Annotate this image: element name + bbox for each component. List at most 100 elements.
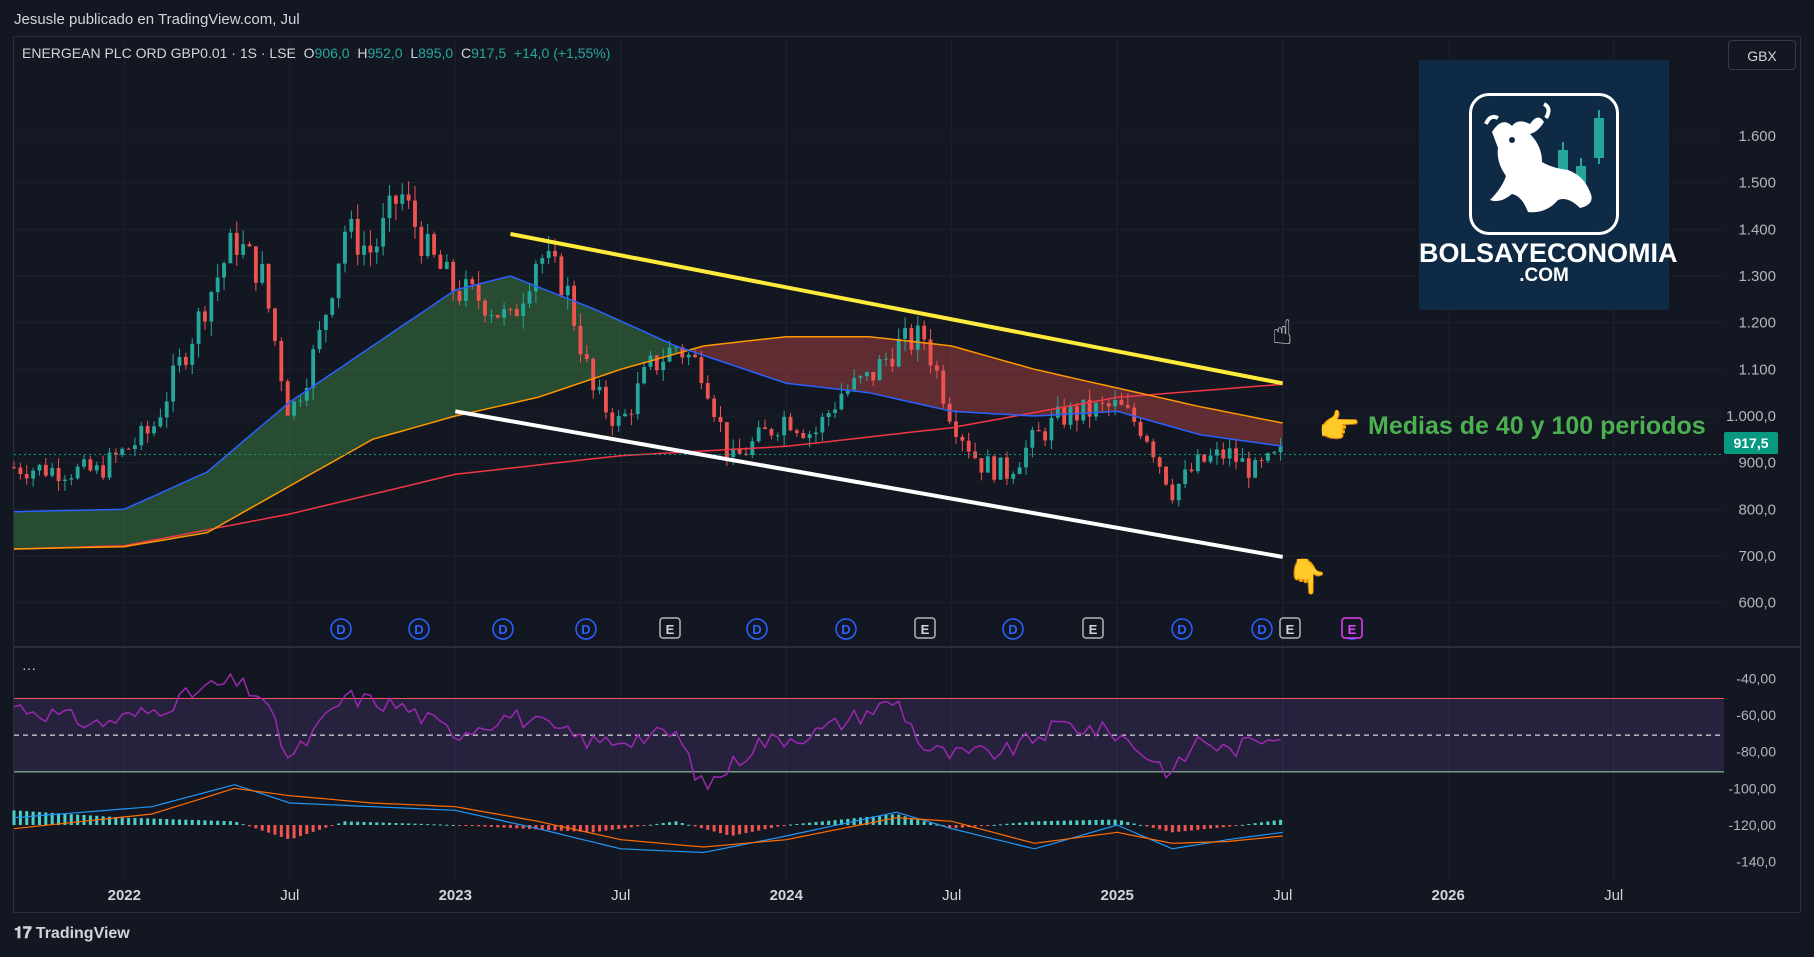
indicator-tick-label: -120,00 bbox=[1729, 817, 1777, 833]
candle-up bbox=[1094, 402, 1098, 417]
macd-hist-positive bbox=[833, 820, 837, 825]
currency-button[interactable]: GBX bbox=[1728, 40, 1796, 70]
macd-hist-positive bbox=[1253, 823, 1257, 825]
candle-down bbox=[451, 261, 456, 292]
macd-hist-positive bbox=[337, 823, 341, 825]
macd-hist-positive bbox=[820, 821, 824, 825]
candle-down bbox=[871, 371, 876, 381]
moving-averages-annotation: Medias de 40 y 100 periodos bbox=[1368, 412, 1706, 440]
candle-up bbox=[1278, 446, 1283, 453]
candle-down bbox=[1234, 448, 1238, 462]
macd-hist-positive bbox=[916, 819, 920, 825]
open-label: O bbox=[303, 45, 315, 61]
earnings-marker: E bbox=[914, 617, 936, 639]
macd-hist-negative bbox=[318, 825, 322, 830]
macd-hist-positive bbox=[1126, 821, 1130, 825]
candle-up bbox=[374, 246, 379, 253]
ma-bull-cloud bbox=[14, 276, 683, 549]
candle-down bbox=[1125, 404, 1130, 408]
macd-hist-positive bbox=[992, 824, 996, 826]
macd-hist-positive bbox=[197, 820, 201, 825]
macd-hist-positive bbox=[101, 816, 105, 825]
candle-down bbox=[126, 448, 131, 450]
pointing-down-icon: 👇 bbox=[1286, 558, 1329, 596]
time-tick-label: Jul bbox=[611, 887, 630, 904]
candle-down bbox=[43, 464, 48, 476]
candle-up bbox=[1253, 460, 1258, 478]
candle-down bbox=[12, 467, 16, 469]
candle-up bbox=[343, 231, 347, 264]
macd-hist-negative bbox=[699, 825, 703, 829]
candle-up bbox=[565, 285, 570, 296]
macd-hist-positive bbox=[1240, 824, 1244, 826]
macd-hist-negative bbox=[1151, 825, 1155, 828]
candle-up bbox=[1195, 454, 1200, 472]
logo-bull-icon bbox=[1469, 93, 1619, 235]
candle-down bbox=[553, 250, 557, 257]
candle-up bbox=[775, 435, 780, 437]
candle-up bbox=[635, 383, 640, 415]
macd-hist-negative bbox=[718, 825, 722, 834]
candle-down bbox=[578, 325, 583, 355]
candle-up bbox=[311, 349, 316, 388]
candle-up bbox=[215, 277, 220, 293]
macd-hist-positive bbox=[400, 823, 404, 825]
event-marker-label: E bbox=[921, 622, 930, 637]
macd-hist-negative bbox=[273, 825, 277, 835]
macd-hist-negative bbox=[483, 825, 487, 827]
candle-up bbox=[864, 371, 869, 377]
candle-up bbox=[139, 425, 144, 446]
event-marker-label: D bbox=[841, 622, 850, 637]
pointing-right-icon: 👉 bbox=[1318, 408, 1361, 446]
macd-hist-positive bbox=[1100, 819, 1104, 825]
candle-down bbox=[794, 430, 799, 433]
dividend-marker: D bbox=[746, 618, 768, 640]
time-tick-label: 2024 bbox=[770, 887, 804, 904]
price-tick-label: 1.500 bbox=[1738, 175, 1776, 192]
macd-hist-negative bbox=[712, 825, 716, 832]
macd-hist-positive bbox=[362, 821, 366, 825]
candle-down bbox=[979, 458, 984, 473]
event-marker-label: E bbox=[1348, 622, 1357, 637]
indicator-menu[interactable]: ··· bbox=[22, 660, 36, 676]
candle-down bbox=[1246, 458, 1251, 478]
macd-hist-negative bbox=[738, 825, 742, 835]
time-tick-label: Jul bbox=[1604, 887, 1623, 904]
candle-up bbox=[107, 452, 112, 478]
macd-hist-positive bbox=[1011, 823, 1015, 825]
macd-hist-negative bbox=[693, 825, 697, 827]
candle-up bbox=[190, 343, 195, 365]
event-marker-label: E bbox=[1286, 622, 1295, 637]
macd-hist-positive bbox=[388, 822, 392, 825]
candle-down bbox=[954, 421, 958, 437]
price-tick-label: 1.100 bbox=[1738, 361, 1776, 378]
candle-down bbox=[1164, 466, 1168, 485]
macd-hist-negative bbox=[572, 825, 576, 832]
macd-hist-positive bbox=[1069, 820, 1073, 825]
candle-up bbox=[336, 263, 341, 299]
candle-down bbox=[393, 195, 398, 204]
macd-hist-positive bbox=[82, 814, 86, 825]
macd-hist-positive bbox=[1113, 819, 1117, 825]
macd-hist-positive bbox=[1030, 821, 1034, 825]
candle-down bbox=[285, 381, 290, 416]
candle-down bbox=[183, 356, 188, 365]
candle-down bbox=[712, 398, 717, 418]
indicator-tick-label: -100,00 bbox=[1729, 780, 1777, 796]
candle-up bbox=[597, 386, 602, 391]
candle-down bbox=[56, 467, 61, 481]
candle-up bbox=[642, 366, 647, 384]
macd-hist-negative bbox=[617, 825, 621, 829]
macd-hist-negative bbox=[508, 825, 512, 828]
price-tick-label: 700,0 bbox=[1738, 548, 1776, 565]
candle-up bbox=[387, 195, 392, 219]
close-label: C bbox=[460, 45, 472, 61]
macd-hist-negative bbox=[642, 825, 646, 826]
candle-up bbox=[381, 218, 386, 247]
candle-up bbox=[444, 261, 449, 269]
candle-down bbox=[1189, 469, 1194, 472]
candle-up bbox=[228, 232, 233, 264]
macd-hist-negative bbox=[489, 825, 493, 827]
macd-hist-negative bbox=[1215, 825, 1219, 828]
macd-hist-positive bbox=[356, 821, 360, 825]
